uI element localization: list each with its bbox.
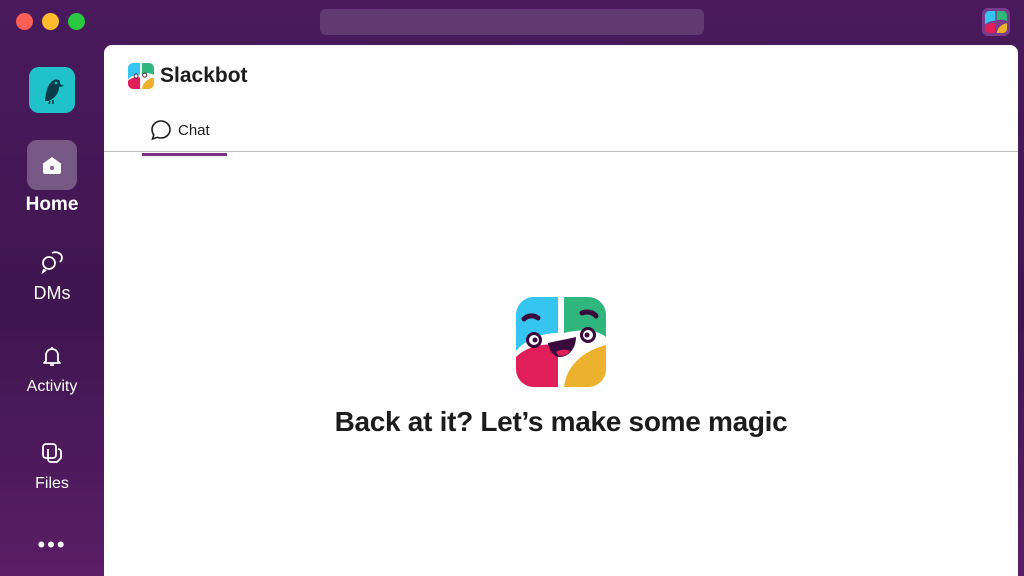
dms-icon	[41, 251, 63, 274]
sidebar-item-label: Home	[25, 194, 79, 215]
sidebar-item-files[interactable]: Files	[0, 435, 104, 493]
tab-divider	[104, 151, 1018, 152]
page-title: Slackbot	[160, 64, 248, 87]
more-button[interactable]: •••	[0, 534, 104, 556]
search-input[interactable]	[320, 9, 704, 35]
sidebar-item-label: DMs	[33, 283, 71, 303]
chat-bubble-icon	[151, 120, 171, 141]
user-avatar[interactable]	[982, 8, 1010, 36]
sidebar-item-dms[interactable]: DMs	[0, 243, 104, 304]
close-window-button[interactable]	[16, 13, 33, 30]
empty-state: Back at it? Let’s make some magic	[104, 297, 1018, 438]
slackbot-logo-icon	[128, 63, 154, 89]
slackbot-face-icon	[516, 297, 606, 387]
sidebar-item-label: Activity	[26, 378, 78, 395]
tab-label: Chat	[178, 121, 210, 139]
sidebar-item-home[interactable]: Home	[0, 140, 104, 216]
maximize-window-button[interactable]	[68, 13, 85, 30]
files-button[interactable]	[27, 435, 77, 471]
sidebar-item-label: Files	[35, 475, 69, 492]
slackbot-avatar-icon	[985, 11, 1007, 33]
sidebar: Home DMs Activity Files •••	[0, 45, 104, 576]
files-icon	[42, 443, 62, 463]
bell-icon	[43, 347, 61, 366]
tab-chat[interactable]: Chat	[142, 105, 227, 156]
main-panel: Slackbot Chat Back at it? Let’s make som…	[104, 45, 1018, 576]
channel-header: Slackbot	[128, 63, 248, 89]
home-icon	[43, 157, 61, 174]
sidebar-item-activity[interactable]: Activity	[0, 338, 104, 396]
welcome-message: Back at it? Let’s make some magic	[334, 406, 788, 437]
window-controls	[16, 13, 85, 30]
tab-bar: Chat	[142, 105, 227, 156]
home-button[interactable]	[27, 140, 77, 190]
dms-button[interactable]	[27, 243, 77, 279]
workspace-switcher[interactable]	[29, 67, 75, 113]
activity-button[interactable]	[27, 338, 77, 374]
bird-logo-icon	[45, 79, 64, 105]
minimize-window-button[interactable]	[42, 13, 59, 30]
